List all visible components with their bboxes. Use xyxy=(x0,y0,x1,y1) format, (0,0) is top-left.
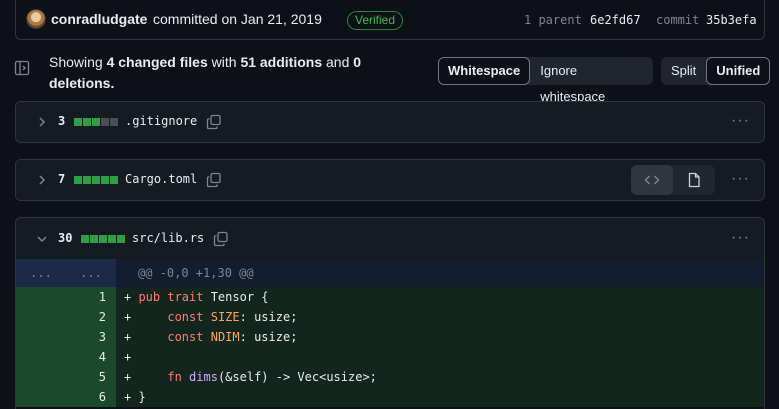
verified-badge[interactable]: Verified xyxy=(347,11,404,30)
more-options-button[interactable]: ··· xyxy=(731,112,750,130)
rich-diff-button[interactable] xyxy=(673,165,715,195)
diffstat-block-added xyxy=(117,235,125,243)
diff-line: 5 + fn dims(&self) -> Vec<usize>; xyxy=(16,367,764,387)
summary-text: with xyxy=(211,54,237,70)
code-icon xyxy=(644,175,660,185)
diff-line: 6 + } xyxy=(16,387,764,407)
new-line-number[interactable]: 6 xyxy=(66,387,116,407)
new-line-number[interactable]: 4 xyxy=(66,347,116,367)
new-line-number[interactable]: 1 xyxy=(66,287,116,307)
diffstat-block-neutral xyxy=(101,118,109,126)
old-line-number xyxy=(16,367,66,387)
new-line-number[interactable]: 3 xyxy=(66,327,116,347)
parent-label: 1 parent xyxy=(524,13,582,27)
diffstat-block-added xyxy=(101,176,109,184)
diffstat-block-added xyxy=(92,176,100,184)
code-line: + const SIZE: usize; xyxy=(124,310,298,324)
file-header[interactable]: 30 src/lib.rs ··· xyxy=(16,218,764,260)
parent-sha-link[interactable]: 6e2fd67 xyxy=(590,13,641,27)
file-tree-toggle-icon[interactable] xyxy=(14,60,30,76)
code-line: + const NDIM: usize; xyxy=(124,330,298,344)
diffstat-block-added xyxy=(110,176,118,184)
expand-up-button[interactable]: ... xyxy=(16,259,66,287)
file-header[interactable]: 3 .gitignore ··· xyxy=(16,102,764,142)
diffstat-block-added xyxy=(83,118,91,126)
old-line-number xyxy=(16,327,66,347)
old-line-number xyxy=(16,347,66,367)
additions-count: 51 additions xyxy=(240,54,323,70)
copy-icon[interactable] xyxy=(206,114,222,130)
old-line-number xyxy=(16,387,66,407)
diff-line: 3 + const NDIM: usize; xyxy=(16,327,764,347)
file-diff-cargo-toml: 7 Cargo.toml ··· xyxy=(15,159,765,201)
summary-text: Showing xyxy=(49,54,103,70)
chevron-right-icon[interactable] xyxy=(36,116,48,128)
diff-summary: Showing 4 changed files with 51 addition… xyxy=(49,52,409,94)
new-line-number[interactable]: 2 xyxy=(66,307,116,327)
diffstat-block-added xyxy=(99,235,107,243)
file-icon xyxy=(688,172,700,188)
whitespace-toggle: Whitespace Ignore whitespace xyxy=(438,57,653,104)
changed-files-count: 4 changed files xyxy=(106,54,208,70)
old-line-number xyxy=(16,307,66,327)
commit-label: commit xyxy=(656,13,700,27)
chevron-right-icon[interactable] xyxy=(36,174,48,186)
commit-header: conradludgate committed on Jan 21, 2019 … xyxy=(15,0,765,40)
diffstat-blocks xyxy=(74,118,118,126)
avatar[interactable] xyxy=(26,9,46,29)
unified-view-button[interactable]: Unified xyxy=(706,57,771,85)
diffstat-blocks xyxy=(81,235,125,243)
code-line: + xyxy=(124,350,139,364)
more-options-button[interactable]: ··· xyxy=(731,170,750,188)
source-diff-button[interactable] xyxy=(631,165,673,195)
author-link[interactable]: conradludgate xyxy=(51,11,147,27)
diffstat-blocks xyxy=(74,176,118,184)
diff-line: 4 + xyxy=(16,347,764,367)
diff-line: 2 + const SIZE: usize; xyxy=(16,307,764,327)
view-toggle: Split Unified xyxy=(661,57,771,85)
hunk-header-row: ... ... @@ -0,0 +1,30 @@ xyxy=(16,259,764,287)
copy-icon[interactable] xyxy=(213,231,229,247)
whitespace-button[interactable]: Whitespace xyxy=(438,57,531,85)
split-view-button[interactable]: Split xyxy=(661,57,706,85)
code-line: + fn dims(&self) -> Vec<usize>; xyxy=(124,370,377,384)
more-options-button[interactable]: ··· xyxy=(731,229,750,247)
code-line: + pub trait Tensor { xyxy=(124,290,269,304)
diffstat-block-added xyxy=(83,176,91,184)
copy-icon[interactable] xyxy=(206,172,222,188)
change-count: 7 xyxy=(58,172,66,186)
code-line: + } xyxy=(124,390,146,404)
diffstat-block-added xyxy=(74,118,82,126)
commit-sha: 35b3efa xyxy=(706,13,757,27)
diff-table: ... ... @@ -0,0 +1,30 @@ 1 + pub trait T… xyxy=(16,259,764,407)
diffstat-block-added xyxy=(74,176,82,184)
diffstat-block-neutral xyxy=(110,118,118,126)
ignore-whitespace-button[interactable]: Ignore whitespace xyxy=(530,57,653,104)
file-diff-gitignore: 3 .gitignore ··· xyxy=(15,101,765,143)
chevron-down-icon[interactable] xyxy=(36,233,48,245)
change-count: 3 xyxy=(58,114,66,128)
change-count: 30 xyxy=(58,231,73,245)
diffstat-block-added xyxy=(92,118,100,126)
old-line-number xyxy=(16,287,66,307)
diffstat-block-added xyxy=(90,235,98,243)
new-line-number[interactable]: 5 xyxy=(66,367,116,387)
file-view-toggle xyxy=(631,165,715,195)
summary-text: and xyxy=(326,54,350,70)
diff-line: 1 + pub trait Tensor { xyxy=(16,287,764,307)
file-name-link[interactable]: src/lib.rs xyxy=(132,231,204,245)
file-header[interactable]: 7 Cargo.toml ··· xyxy=(16,160,764,200)
diffstat-block-added xyxy=(81,235,89,243)
commit-date: committed on Jan 21, 2019 xyxy=(153,11,322,27)
diffstat-block-added xyxy=(108,235,116,243)
expand-down-button[interactable]: ... xyxy=(66,259,116,287)
file-name-link[interactable]: Cargo.toml xyxy=(125,172,197,186)
hunk-header: @@ -0,0 +1,30 @@ xyxy=(138,266,254,280)
file-name-link[interactable]: .gitignore xyxy=(125,114,197,128)
